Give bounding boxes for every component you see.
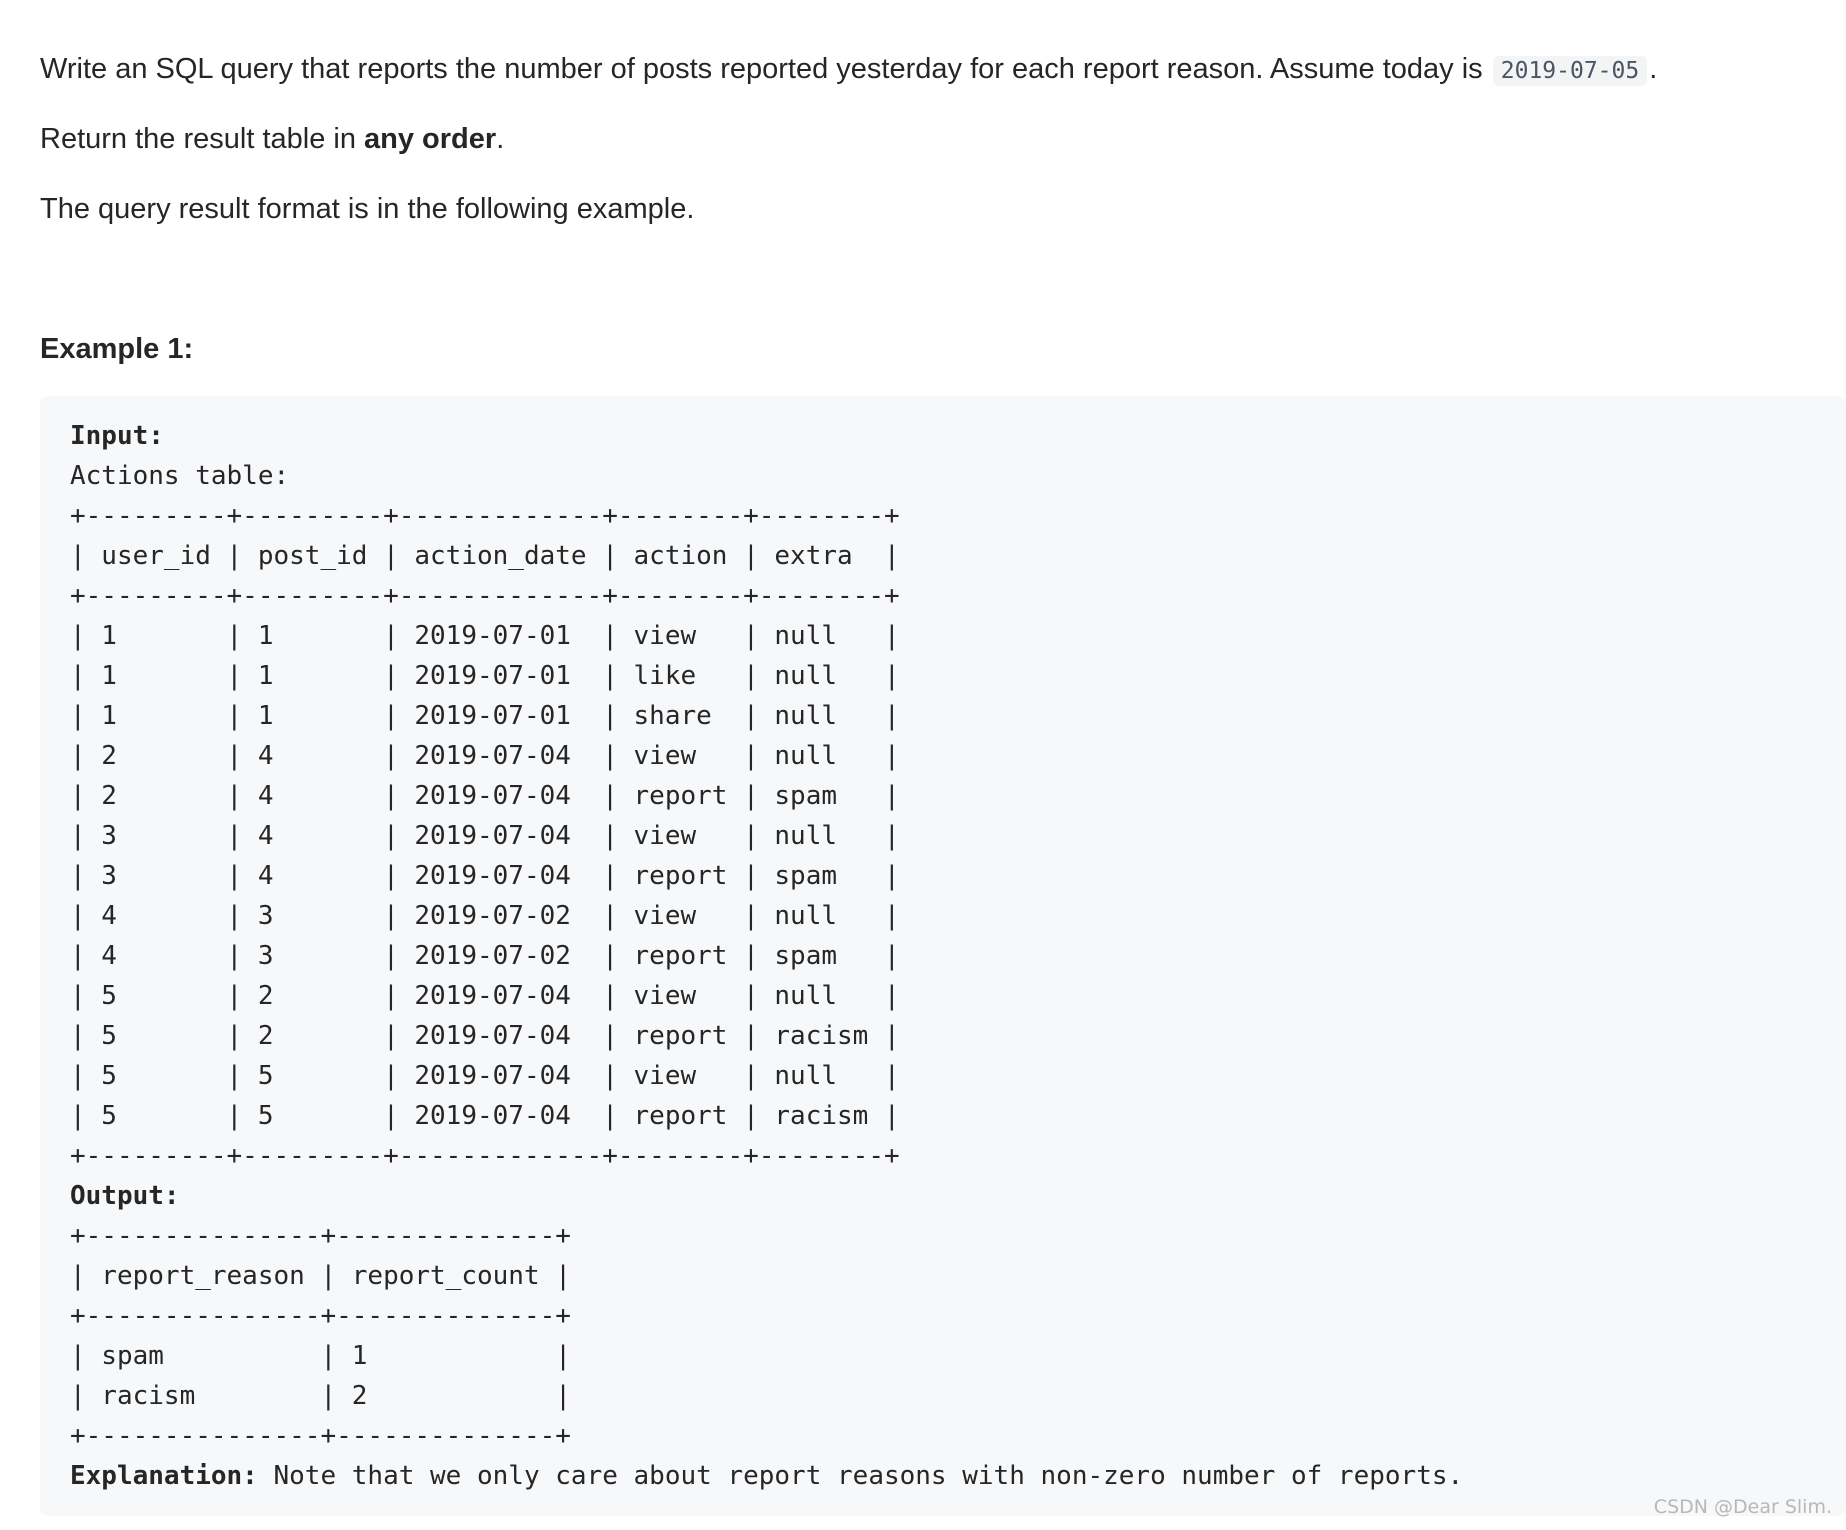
input-table-line: | 1 | 1 | 2019-07-01 | like | null | <box>70 661 900 691</box>
output-table-line: +---------------+--------------+ <box>70 1421 571 1451</box>
output-label: Output: <box>70 1181 180 1211</box>
order-note-period: . <box>496 123 505 155</box>
input-table-line: +---------+---------+-------------+-----… <box>70 1141 900 1171</box>
input-table-line: | 5 | 5 | 2019-07-04 | report | racism | <box>70 1101 900 1131</box>
example-code-block: Input: Actions table: +---------+-------… <box>40 396 1846 1516</box>
input-table-line: | 5 | 2 | 2019-07-04 | view | null | <box>70 981 900 1011</box>
explanation-text: Note that we only care about report reas… <box>257 1461 1464 1491</box>
input-table-line: | 1 | 1 | 2019-07-01 | share | null | <box>70 701 900 731</box>
format-note: The query result format is in the follow… <box>40 193 695 225</box>
output-table-line: +---------------+--------------+ <box>70 1221 571 1251</box>
today-date-code: 2019-07-05 <box>1492 56 1648 86</box>
input-label: Input: <box>70 421 164 451</box>
input-table-line: +---------+---------+-------------+-----… <box>70 501 900 531</box>
order-note-text: Return the result table in <box>40 123 365 155</box>
explanation-label: Explanation: <box>70 1461 258 1491</box>
output-table-line: | racism | 2 | <box>70 1381 571 1411</box>
csdn-watermark: CSDN @Dear Slim. <box>1653 1496 1832 1518</box>
output-table-line: +---------------+--------------+ <box>70 1301 571 1331</box>
input-table-line: | 3 | 4 | 2019-07-04 | view | null | <box>70 821 900 851</box>
example-pre: Input: Actions table: +---------+-------… <box>70 416 1846 1496</box>
input-table-line: | 5 | 2 | 2019-07-04 | report | racism | <box>70 1021 900 1051</box>
input-table-line: | 4 | 3 | 2019-07-02 | report | spam | <box>70 941 900 971</box>
input-table-line: | user_id | post_id | action_date | acti… <box>70 541 900 571</box>
input-table-line: | 5 | 5 | 2019-07-04 | view | null | <box>70 1061 900 1091</box>
input-table-line: +---------+---------+-------------+-----… <box>70 581 900 611</box>
input-table-caption: Actions table: <box>70 461 290 491</box>
input-table-line: | 4 | 3 | 2019-07-02 | view | null | <box>70 901 900 931</box>
example-heading: Example 1: <box>40 333 194 365</box>
input-table-line: | 2 | 4 | 2019-07-04 | view | null | <box>70 741 900 771</box>
input-table-line: | 2 | 4 | 2019-07-04 | report | spam | <box>70 781 900 811</box>
statement-text: Write an SQL query that reports the numb… <box>40 53 1491 85</box>
output-table: +---------------+--------------+ | repor… <box>70 1221 571 1451</box>
problem-statement: Write an SQL query that reports the numb… <box>40 49 1657 91</box>
input-table-line: | 1 | 1 | 2019-07-01 | view | null | <box>70 621 900 651</box>
statement-period: . <box>1649 53 1658 85</box>
output-table-line: | spam | 1 | <box>70 1341 571 1371</box>
output-table-line: | report_reason | report_count | <box>70 1261 571 1291</box>
input-table-line: | 3 | 4 | 2019-07-04 | report | spam | <box>70 861 900 891</box>
order-note-bold: any order <box>364 123 497 155</box>
input-table: +---------+---------+-------------+-----… <box>70 501 900 1171</box>
order-note: Return the result table in any order. <box>40 119 504 159</box>
